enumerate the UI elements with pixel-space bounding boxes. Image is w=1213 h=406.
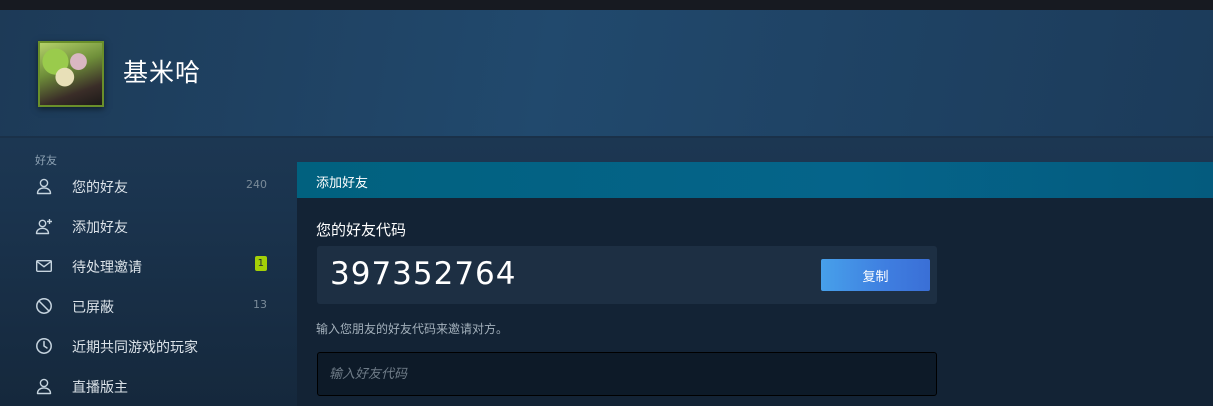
blocked-count: 13 [253,298,267,311]
sidebar-item-label: 直播版主 [72,380,128,396]
pending-badge: 1 [254,256,267,271]
friend-code-title: 您的好友代码 [316,221,407,239]
sidebar-item-label: 您的好友 [72,180,128,196]
add-person-icon [35,217,53,235]
profile-name: 基米哈 [123,58,202,87]
copy-button[interactable]: 复制 [821,259,930,291]
sidebar-item-add-friend[interactable]: 添加好友 [0,206,297,246]
envelope-icon [35,257,53,275]
sidebar-item-blocked[interactable]: 已屏蔽 13 [0,286,297,326]
sidebar-item-pending-invites[interactable]: 待处理邀请 1 [0,246,297,286]
panel-title: 添加好友 [316,176,369,191]
block-icon [35,297,53,315]
person-icon [35,177,53,195]
panel-header: 添加好友 [297,162,1213,198]
add-friend-panel: 添加好友 您的好友代码 397352764 复制 输入您朋友的好友代码来邀请对方… [297,162,1213,406]
sidebar: 好友 您的好友 240 添加好友 待处理邀请 1 已屏蔽 13 近期共同游戏的玩… [0,138,297,406]
friend-code-value: 397352764 [330,256,517,292]
sidebar-item-your-friends[interactable]: 您的好友 240 [0,166,297,206]
clock-icon [35,337,53,355]
sidebar-item-broadcast-moderators[interactable]: 直播版主 [0,366,297,406]
person-icon [35,377,53,395]
friend-code-hint: 输入您朋友的好友代码来邀请对方。 [316,322,509,336]
avatar[interactable] [38,41,104,107]
sidebar-item-label: 待处理邀请 [72,260,142,276]
sidebar-item-label: 已屏蔽 [72,300,114,316]
window-top-bar [0,0,1213,10]
sidebar-item-label: 添加好友 [72,220,128,236]
sidebar-item-recent-players[interactable]: 近期共同游戏的玩家 [0,326,297,366]
friend-code-input[interactable] [317,352,937,396]
friend-code-box: 397352764 复制 [317,246,937,304]
sidebar-item-label: 近期共同游戏的玩家 [72,340,198,356]
friend-count: 240 [246,178,267,191]
